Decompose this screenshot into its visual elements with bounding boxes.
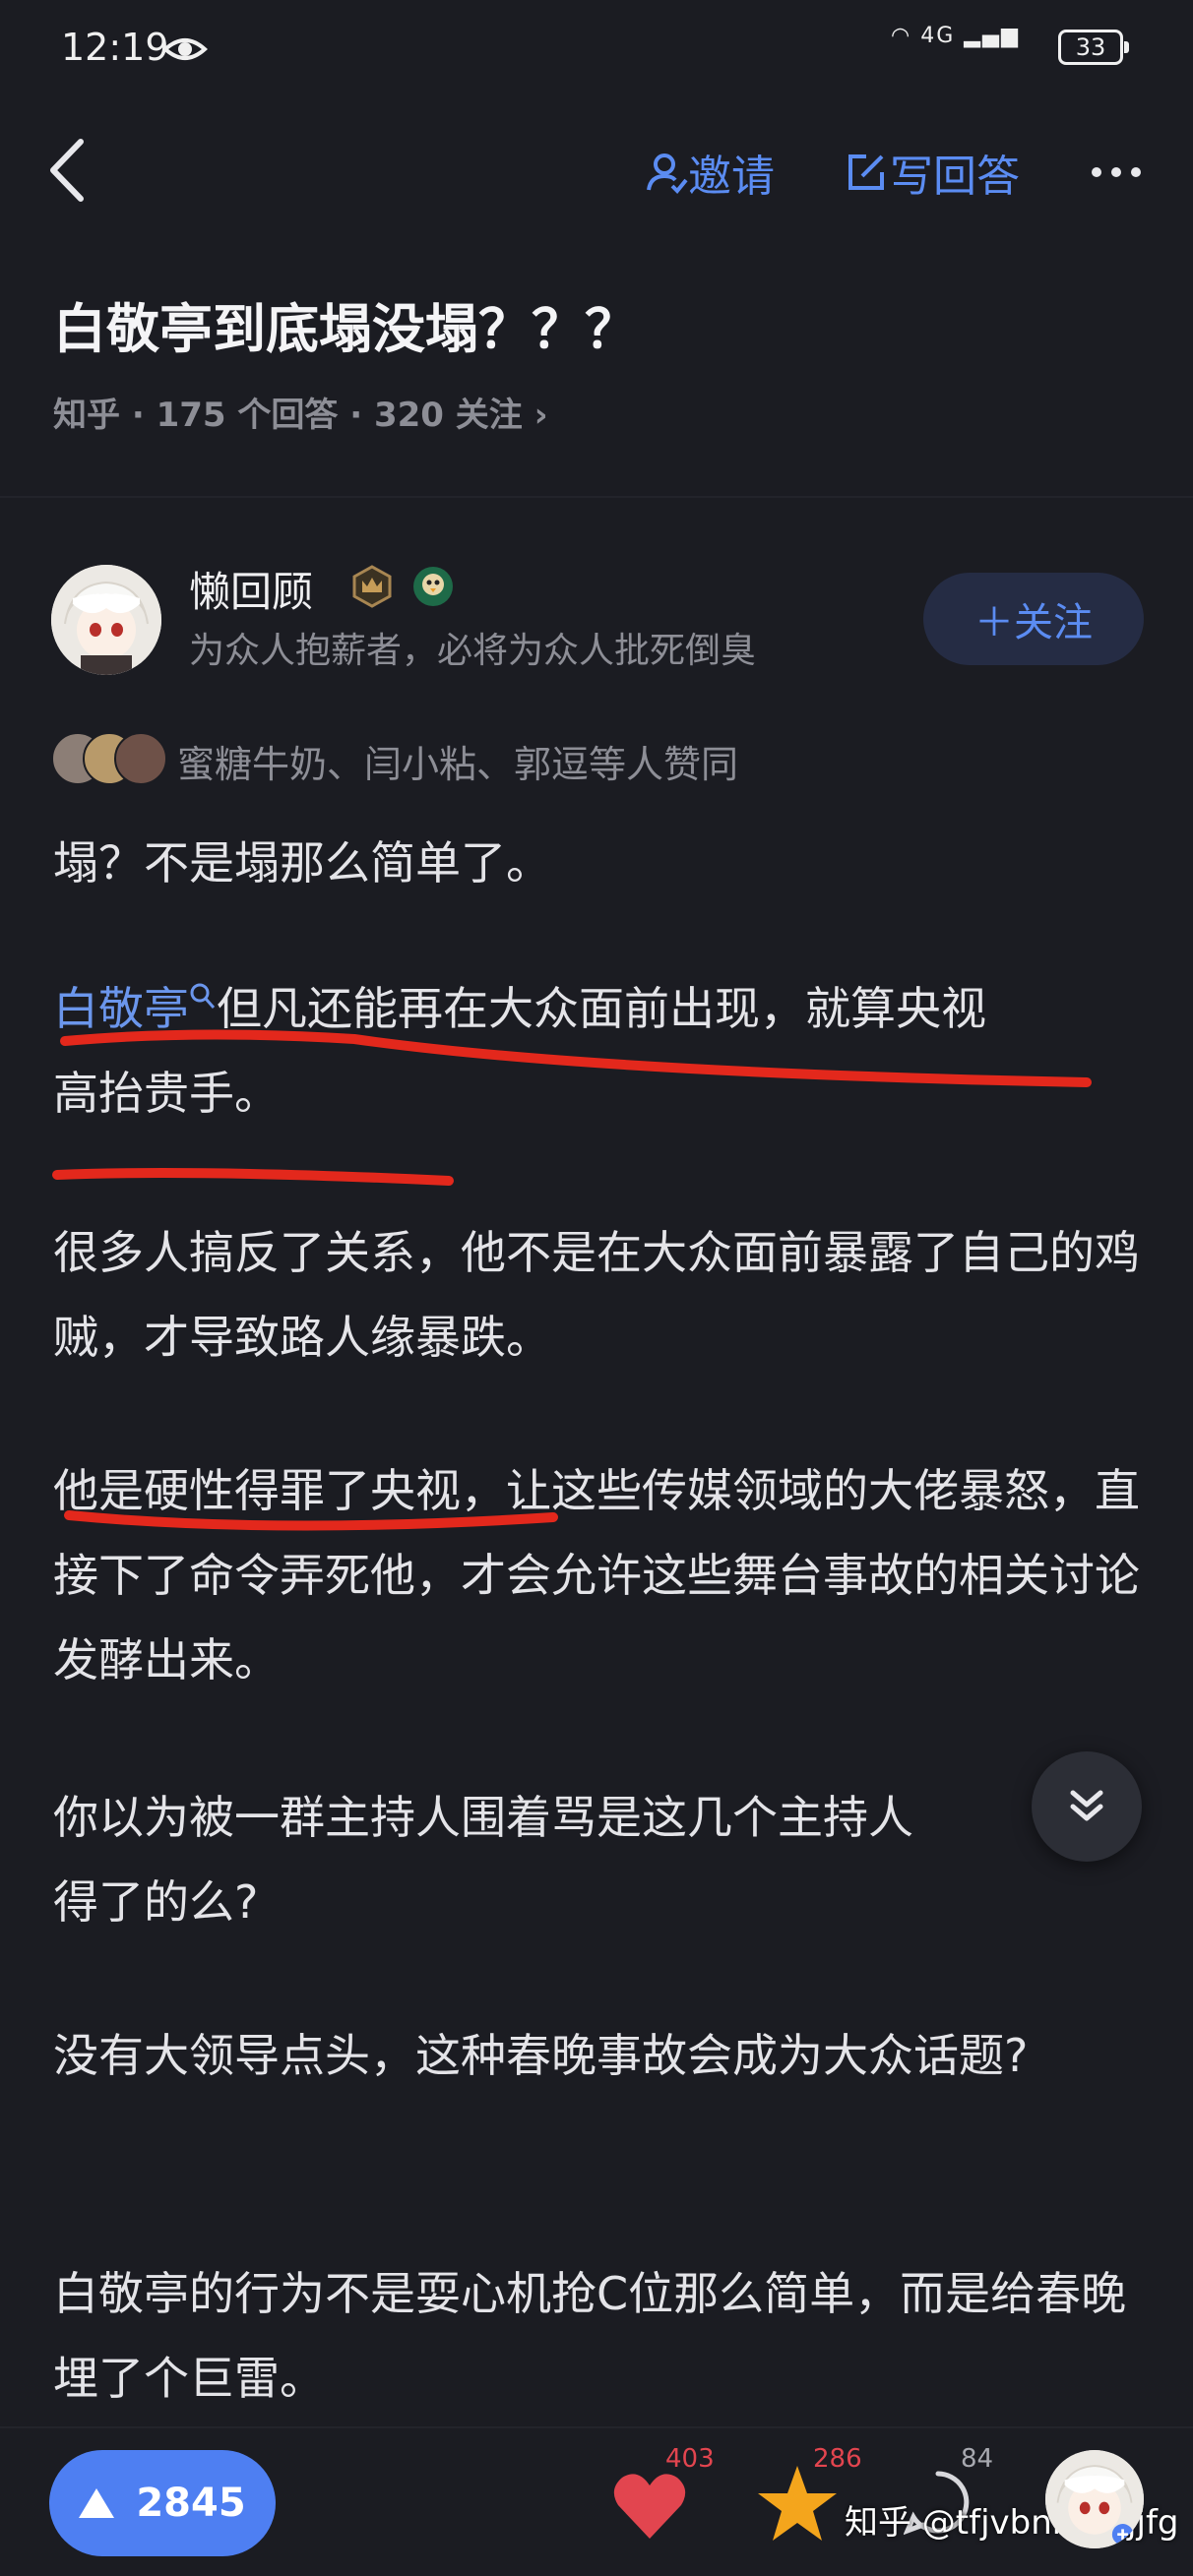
scroll-down-button[interactable] [1032,1751,1142,1862]
answer-paragraph: 没有大领导点头，这种春晚事故会成为大众话题? [53,2029,1029,2082]
author-avatar[interactable] [51,565,161,675]
back-arrow-icon[interactable] [43,134,93,207]
double-chevron-down-icon [1070,1790,1103,1821]
crown-badge-icon [352,565,392,608]
upvote-button[interactable]: 2845 [49,2450,276,2556]
answer-line: 得了的么? [53,1875,259,1929]
follow-button[interactable]: ＋关注 [923,573,1144,665]
edit-icon [848,154,884,190]
invite-label: 邀请 [688,152,775,202]
network-type-label: 4G [920,24,956,48]
liker-avatars [51,732,167,785]
comment-count: 84 [961,2444,994,2474]
answer-paragraph: 他是硬性得罪了央视，让这些传媒领域的大佬暴怒，直接下了命令弄死他，才会允许这些舞… [53,1464,1140,1687]
write-answer-label: 写回答 [890,152,1020,202]
red-underline [52,1168,454,1186]
like-count: 403 [665,2444,715,2474]
invite-button[interactable]: 邀请 [645,138,775,207]
star-icon[interactable] [756,2464,839,2543]
eye-icon [162,38,208,60]
answer-paragraph: 白敬亭的行为不是耍心机抢C位那么简单，而是给春晚埋了个巨雷。 [53,2267,1127,2405]
author-bio: 为众人抱薪者，必将为众人批死倒臭 [189,631,757,671]
heart-icon[interactable] [610,2470,689,2543]
divider [0,496,1193,498]
answer-paragraph: 白敬亭 但凡还能再在大众面前出现，就算央视 高抬贵手。 [53,966,1146,1135]
battery-icon: 33 [1058,30,1129,65]
upvote-triangle-icon [79,2488,115,2518]
answer-line: 你以为被一群主持人围着骂是这几个主持人 [53,1791,913,1844]
answer-paragraph: 塌？不是塌那么简单了。 [53,836,551,889]
answer-text: 但凡还能再在大众面前出现，就算央视 [217,982,986,1035]
more-options-icon[interactable] [1087,148,1146,197]
write-answer-button[interactable]: 写回答 [845,138,1020,207]
question-title[interactable]: 白敬亭到底塌没塌？？？ [53,285,638,363]
invite-person-icon [647,153,688,194]
bird-badge-icon [413,567,453,606]
search-link-baijingting[interactable]: 白敬亭 [53,982,189,1035]
anime-avatar-icon [1045,2450,1144,2548]
likers-text: 蜜糖牛奶、闫小粘、郭逗等人赞同 [177,743,739,786]
signal-icon: ▂▄▆ [964,24,1021,48]
my-profile-avatar[interactable] [1045,2450,1144,2548]
upvote-count: 2845 [136,2481,246,2526]
wifi-icon: ◠ [891,24,912,48]
question-meta[interactable]: 知乎 · 175 个回答 · 320 关注 › [53,388,548,436]
answer-line: 高抬贵手。 [53,1067,280,1120]
search-icon[interactable] [189,982,217,1012]
anime-avatar-icon [51,565,161,675]
status-time: 12:19 [61,26,169,69]
answer-line: 白敬亭 但凡还能再在大众面前出现，就算央视 [53,966,1146,1051]
answer-paragraph: 你以为被一群主持人围着骂是这几个主持人 得了的么? [53,1775,1146,1944]
author-name[interactable]: 懒回顾 [189,559,313,619]
liker-avatar [114,732,167,785]
answer-paragraph: 很多人搞反了关系，他不是在大众面前暴露了自己的鸡贼，才导致路人缘暴跌。 [53,1226,1140,1364]
signal-wifi-icons: ◠ 4G ▂▄▆ [891,24,1020,48]
favorite-count: 286 [813,2444,862,2474]
